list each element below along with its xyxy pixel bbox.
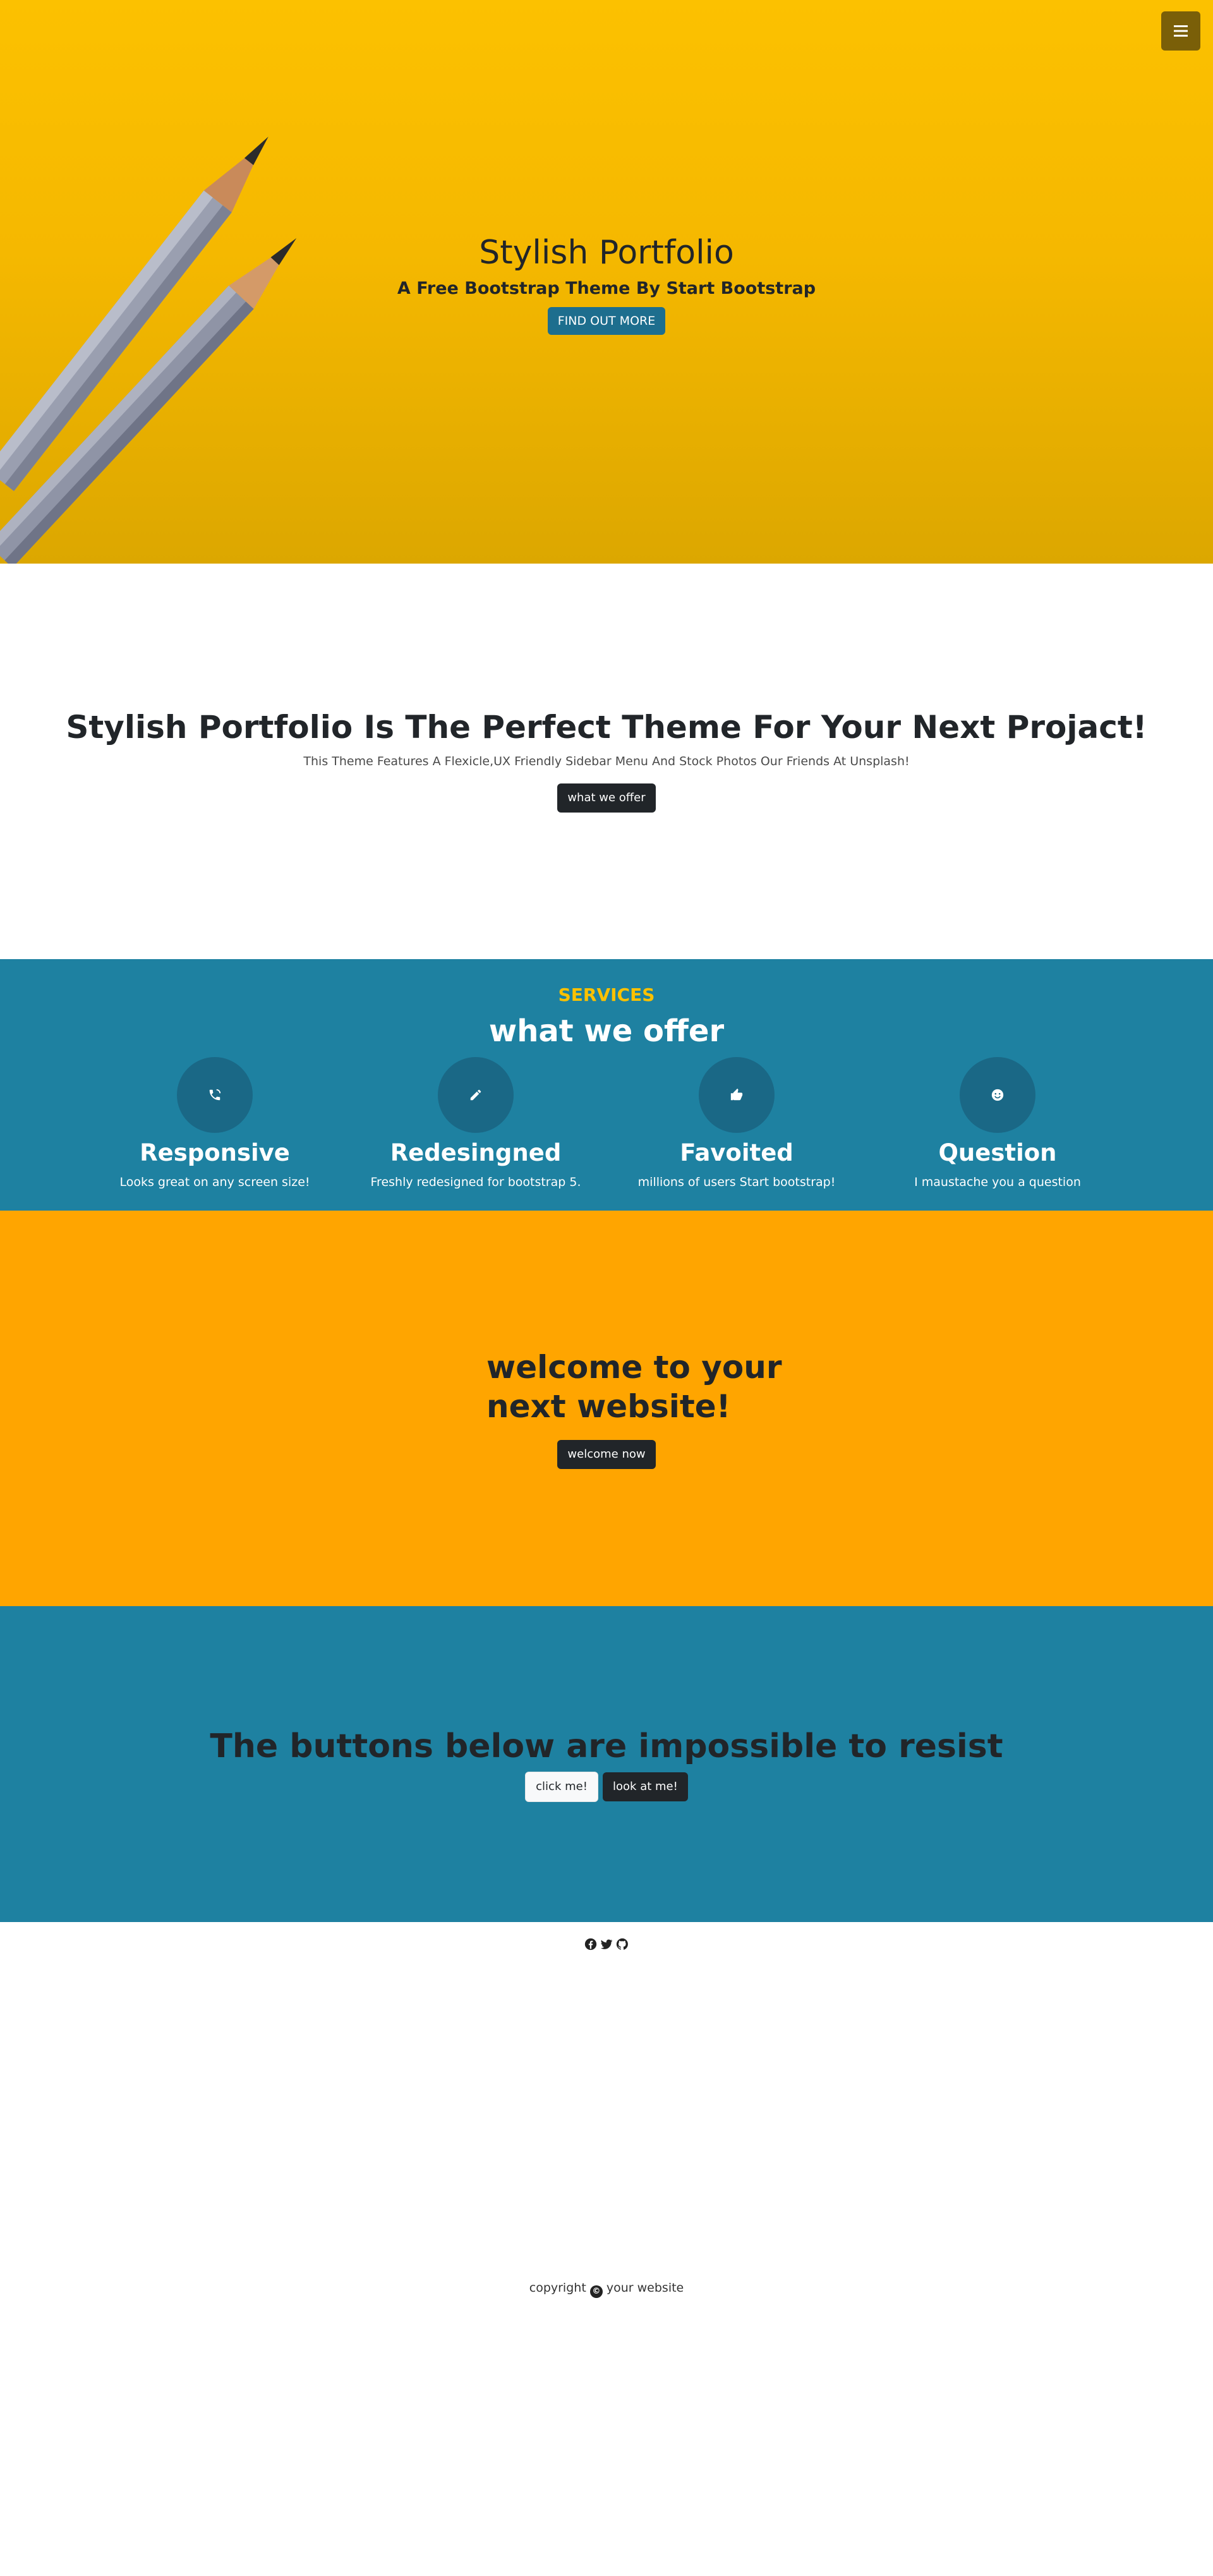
service-item-redesigned: Redesingned Freshly redesigned for boots… (349, 1057, 602, 1190)
services-subheading: SERVICES (558, 984, 655, 1005)
service-icon-circle (960, 1057, 1035, 1133)
about-section: Stylish Portfolio Is The Perfect Theme F… (0, 564, 1213, 959)
what-we-offer-button[interactable]: what we offer (557, 783, 656, 813)
click-me-button[interactable]: click me! (525, 1772, 598, 1802)
smile-icon (991, 1089, 1004, 1101)
call-to-action-section: The buttons below are impossible to resi… (0, 1606, 1213, 1922)
service-name: Favoited (680, 1139, 794, 1166)
service-item-responsive: Responsive Looks great on any screen siz… (88, 1057, 341, 1190)
pencil-icon (470, 1089, 481, 1101)
github-icon[interactable] (615, 1937, 629, 1951)
service-text: I maustache you a question (914, 1175, 1081, 1189)
menu-toggle-button[interactable] (1161, 11, 1200, 51)
copyright-icon: © (589, 2285, 603, 2298)
about-title: Stylish Portfolio Is The Perfect Theme F… (66, 709, 1147, 746)
facebook-icon[interactable] (584, 1937, 598, 1951)
about-text: This Theme Features A Flexicle,UX Friend… (303, 754, 910, 768)
hero-section: Stylish Portfolio A Free Bootstrap Theme… (0, 0, 1213, 564)
find-out-more-button[interactable]: FIND OUT MORE (547, 307, 666, 335)
service-text: Looks great on any screen size! (119, 1175, 310, 1189)
service-name: Redesingned (390, 1139, 562, 1166)
thumbs-up-icon (730, 1088, 743, 1101)
copyright-suffix: your website (606, 2281, 684, 2295)
cta-title: The buttons below are impossible to resi… (210, 1727, 1003, 1765)
services-title: what we offer (488, 1013, 725, 1049)
social-links (584, 1937, 629, 1951)
twitter-icon[interactable] (600, 1937, 613, 1951)
callout-title: welcome to your next website! (486, 1348, 815, 1426)
phone-icon (209, 1089, 221, 1101)
copyright-text: copyright © your website (0, 2280, 1213, 2298)
service-text: millions of users Start bootstrap! (637, 1175, 836, 1189)
service-name: Question (938, 1139, 1057, 1166)
hamburger-icon (1174, 25, 1188, 37)
hero-content: Stylish Portfolio A Free Bootstrap Theme… (0, 233, 1213, 335)
footer: copyright © your website (0, 1922, 1213, 2576)
callout-section: welcome to your next website! welcome no… (0, 1211, 1213, 1606)
service-name: Responsive (140, 1139, 290, 1166)
service-item-question: Question I maustache you a question (871, 1057, 1124, 1190)
welcome-now-button[interactable]: welcome now (557, 1440, 656, 1469)
services-section: SERVICES what we offer Responsive Looks … (0, 959, 1213, 1211)
callout-title-line2: next website! (486, 1388, 731, 1425)
hero-title: Stylish Portfolio (479, 234, 734, 272)
look-at-me-button[interactable]: look at me! (603, 1772, 688, 1801)
service-icon-circle (438, 1057, 514, 1133)
service-icon-circle (177, 1057, 253, 1133)
callout-title-line1: welcome to your (486, 1349, 782, 1386)
service-icon-circle (699, 1057, 775, 1133)
hero-subtitle: A Free Bootstrap Theme By Start Bootstra… (397, 279, 816, 298)
service-item-favorited: Favoited millions of users Start bootstr… (610, 1057, 863, 1190)
copyright-prefix: copyright (529, 2281, 586, 2295)
service-text: Freshly redesigned for bootstrap 5. (370, 1175, 581, 1189)
